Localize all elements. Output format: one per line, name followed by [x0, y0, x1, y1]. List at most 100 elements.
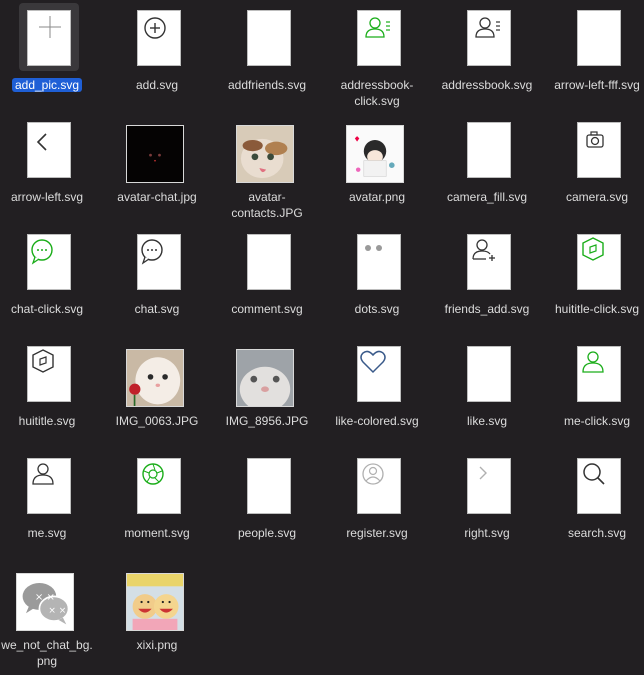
- file-name-label: search.svg: [567, 526, 627, 540]
- file-name-label: comment.svg: [231, 302, 303, 316]
- file-item-like-svg[interactable]: like.svg: [432, 336, 542, 446]
- chat-bubble-green-icon: [27, 234, 71, 290]
- file-item-me-click-svg[interactable]: me-click.svg: [542, 336, 644, 446]
- blank-icon: [467, 122, 511, 178]
- file-item-camera-fill-svg[interactable]: camera_fill.svg: [432, 112, 542, 222]
- file-item-huititle-svg[interactable]: huititle.svg: [0, 336, 102, 446]
- file-name-label: dots.svg: [354, 302, 400, 316]
- file-name-label: register.svg: [346, 526, 408, 540]
- file-item-img-0063-jpg[interactable]: IMG_0063.JPG: [102, 336, 212, 446]
- chevron-right-icon: [467, 458, 511, 514]
- file-item-chat-click-svg[interactable]: chat-click.svg: [0, 224, 102, 334]
- file-name-label: arrow-left-fff.svg: [554, 78, 640, 92]
- cartoon-kids-photo: [126, 573, 184, 631]
- file-item-we-not-chat-bg-png[interactable]: × × × × we_not_chat_bg. png: [0, 560, 102, 670]
- file-thumbnail: [212, 224, 322, 304]
- plus-circle-icon: [137, 10, 181, 66]
- file-name-label: addfriends.svg: [227, 78, 307, 92]
- aperture-green-icon: [137, 458, 181, 514]
- file-name-label: avatar-contacts.JPG: [231, 190, 303, 220]
- file-item-avatar-png[interactable]: avatar.png: [322, 112, 432, 222]
- file-item-search-svg[interactable]: search.svg: [542, 448, 644, 558]
- file-thumbnail: [542, 112, 644, 192]
- file-thumbnail: [432, 336, 542, 416]
- file-thumbnail: × × × ×: [0, 560, 102, 640]
- file-thumbnail: [0, 224, 102, 304]
- file-item-dots-svg[interactable]: dots.svg: [322, 224, 432, 334]
- heart-icon: [357, 346, 401, 402]
- blank-icon: [247, 234, 291, 290]
- white-cat-photo: [126, 349, 184, 407]
- file-name-label: moment.svg: [124, 526, 190, 540]
- file-thumbnail: [212, 336, 322, 416]
- file-name-label: add.svg: [135, 78, 179, 92]
- file-item-avatar-contacts-jpg[interactable]: avatar-contacts.JPG: [212, 112, 322, 222]
- chat-bubbles-bg-photo: × × × ×: [16, 573, 74, 631]
- file-item-add-pic-svg[interactable]: add_pic.svg: [0, 0, 102, 110]
- file-thumbnail: [102, 0, 212, 80]
- file-thumbnail: [0, 0, 102, 80]
- user-circle-icon: [357, 458, 401, 514]
- file-thumbnail: [542, 224, 644, 304]
- file-item-addfriends-svg[interactable]: addfriends.svg: [212, 0, 322, 110]
- file-thumbnail: [322, 0, 432, 80]
- file-name-label: camera_fill.svg: [446, 190, 528, 204]
- file-thumbnail: [542, 0, 644, 80]
- file-thumbnail: [542, 448, 644, 528]
- file-thumbnail: [322, 112, 432, 192]
- address-book-green-icon: [357, 10, 401, 66]
- file-name-label: chat.svg: [134, 302, 180, 316]
- address-book-icon: [467, 10, 511, 66]
- file-item-people-svg[interactable]: people.svg: [212, 448, 322, 558]
- file-item-addressbook-click-svg[interactable]: addressbook-click.svg: [322, 0, 432, 110]
- file-name-label: like-colored.svg: [335, 414, 419, 428]
- file-item-arrow-left-svg[interactable]: arrow-left.svg: [0, 112, 102, 222]
- file-thumbnail: [102, 336, 212, 416]
- file-name-label: addressbook.svg: [441, 78, 533, 92]
- blank-icon: [247, 10, 291, 66]
- file-thumbnail: [102, 448, 212, 528]
- svg-text:× ×: × ×: [35, 592, 55, 603]
- file-thumbnail: [0, 336, 102, 416]
- file-thumbnail: [432, 112, 542, 192]
- chevron-left-icon: [27, 122, 71, 178]
- file-item-arrow-left-fff-svg[interactable]: arrow-left-fff.svg: [542, 0, 644, 110]
- file-item-chat-svg[interactable]: chat.svg: [102, 224, 212, 334]
- file-item-huititle-click-svg[interactable]: huititle-click.svg: [542, 224, 644, 334]
- black-cat-photo: [126, 125, 184, 183]
- search-icon: [577, 458, 621, 514]
- file-thumbnail: [212, 448, 322, 528]
- file-thumbnail: [0, 448, 102, 528]
- file-name-label: like.svg: [466, 414, 507, 428]
- user-green-icon: [577, 346, 621, 402]
- file-item-like-colored-svg[interactable]: like-colored.svg: [322, 336, 432, 446]
- user-add-icon: [467, 234, 511, 290]
- file-grid: add_pic.svg add.svg addfriends.svg addressb…: [0, 0, 644, 675]
- compass-hexagon-green-icon: [577, 234, 621, 290]
- chat-bubble-icon: [137, 234, 181, 290]
- user-icon: [27, 458, 71, 514]
- svg-text:× ×: × ×: [48, 606, 66, 616]
- file-thumbnail: [102, 560, 212, 640]
- file-item-me-svg[interactable]: me.svg: [0, 448, 102, 558]
- file-item-friends-add-svg[interactable]: friends_add.svg: [432, 224, 542, 334]
- blank-icon: [247, 458, 291, 514]
- file-item-camera-svg[interactable]: camera.svg: [542, 112, 644, 222]
- camera-icon: [577, 122, 621, 178]
- file-item-xixi-png[interactable]: xixi.png: [102, 560, 212, 670]
- plus-icon: [27, 10, 71, 66]
- file-item-right-svg[interactable]: right.svg: [432, 448, 542, 558]
- cat-photo: [236, 125, 294, 183]
- file-item-avatar-chat-jpg[interactable]: avatar-chat.jpg: [102, 112, 212, 222]
- file-item-register-svg[interactable]: register.svg: [322, 448, 432, 558]
- file-thumbnail: [102, 112, 212, 192]
- dots-icon: [357, 234, 401, 290]
- file-item-img-8956-jpg[interactable]: IMG_8956.JPG: [212, 336, 322, 446]
- file-item-comment-svg[interactable]: comment.svg: [212, 224, 322, 334]
- file-name-label: huititle-click.svg: [554, 302, 640, 316]
- file-thumbnail: [322, 336, 432, 416]
- cartoon-avatar-photo: [346, 125, 404, 183]
- file-item-add-svg[interactable]: add.svg: [102, 0, 212, 110]
- file-item-addressbook-svg[interactable]: addressbook.svg: [432, 0, 542, 110]
- file-item-moment-svg[interactable]: moment.svg: [102, 448, 212, 558]
